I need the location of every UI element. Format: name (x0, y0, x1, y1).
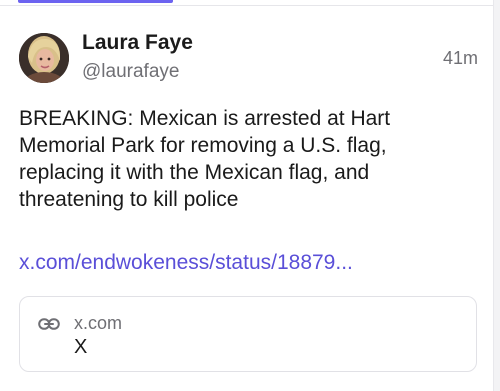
avatar[interactable] (19, 33, 69, 83)
avatar-photo (19, 33, 69, 83)
link-preview-domain: x.com (74, 313, 123, 333)
post-timestamp[interactable]: 41m (443, 48, 478, 69)
author-display-name[interactable]: Laura Faye (82, 31, 193, 55)
post-text: BREAKING: Mexican is arrested at Hart Me… (19, 107, 391, 212)
post-url-link[interactable]: x.com/endwokeness/status/18879... (19, 251, 353, 275)
link-preview-card[interactable]: x.com X (19, 296, 477, 372)
link-icon (38, 317, 60, 331)
scrollbar[interactable] (493, 0, 500, 391)
link-preview-title: X (74, 336, 88, 358)
post-card: Laura Faye @laurafaye 41m BREAKING: Mexi… (0, 0, 494, 391)
author-handle[interactable]: @laurafaye (82, 61, 179, 83)
